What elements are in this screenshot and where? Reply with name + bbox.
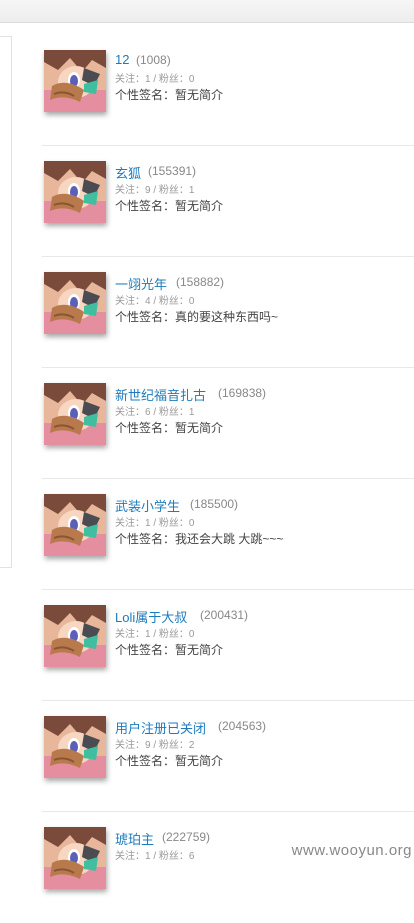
user-id: (200431) bbox=[200, 608, 249, 622]
user-list-item: 新世纪福音扎古 (169838) 关注：6 / 粉丝：1 个性签名：暂无简介 bbox=[0, 368, 414, 479]
signature: 个性签名：暂无简介 bbox=[115, 643, 224, 657]
follow-stats: 关注：1 / 粉丝：0 bbox=[115, 74, 195, 85]
user-list-item: 用户注册已关闭 (204563) 关注：9 / 粉丝：2 个性签名：暂无简介 bbox=[0, 701, 414, 812]
username-link[interactable]: Loli属于大叔 bbox=[115, 607, 187, 626]
signature: 个性签名：暂无简介 bbox=[115, 754, 224, 768]
avatar[interactable] bbox=[44, 50, 106, 112]
username-link[interactable]: 琥珀主 bbox=[115, 829, 154, 848]
username-link[interactable]: 玄狐 bbox=[115, 163, 141, 182]
follow-stats: 关注：9 / 粉丝：2 bbox=[115, 740, 195, 751]
signature: 个性签名：暂无简介 bbox=[115, 88, 224, 102]
avatar[interactable] bbox=[44, 716, 106, 778]
user-list-item: 一翊光年 (158882) 关注：4 / 粉丝：0 个性签名：真的要这种东西吗~ bbox=[0, 257, 414, 368]
watermark: www.wooyun.org bbox=[291, 842, 412, 859]
avatar[interactable] bbox=[44, 605, 106, 667]
signature: 个性签名：暂无简介 bbox=[115, 199, 224, 213]
signature: 个性签名：真的要这种东西吗~ bbox=[115, 310, 279, 324]
username-link[interactable]: 一翊光年 bbox=[115, 274, 167, 293]
username-link[interactable]: 用户注册已关闭 bbox=[115, 718, 206, 737]
user-list-item: 玄狐 (155391) 关注：9 / 粉丝：1 个性签名：暂无简介 bbox=[0, 146, 414, 257]
avatar[interactable] bbox=[44, 827, 106, 889]
signature: 个性签名：我还会大跳 大跳~~~ bbox=[115, 532, 284, 546]
username-link[interactable]: 武装小学生 bbox=[115, 496, 180, 515]
user-list-item: 琥珀主 (222759) 关注：1 / 粉丝：6 bbox=[0, 812, 414, 923]
follow-stats: 关注：1 / 粉丝：6 bbox=[115, 851, 195, 862]
signature: 个性签名：暂无简介 bbox=[115, 421, 224, 435]
user-id: (185500) bbox=[190, 497, 239, 511]
user-id: (222759) bbox=[162, 830, 211, 844]
user-id: (169838) bbox=[218, 386, 267, 400]
follow-stats: 关注：1 / 粉丝：0 bbox=[115, 629, 195, 640]
avatar[interactable] bbox=[44, 161, 106, 223]
user-id: (158882) bbox=[176, 275, 225, 289]
user-id: (1008) bbox=[136, 53, 171, 67]
follow-stats: 关注：4 / 粉丝：0 bbox=[115, 296, 195, 307]
avatar[interactable] bbox=[44, 272, 106, 334]
avatar[interactable] bbox=[44, 494, 106, 556]
user-list-item: Loli属于大叔 (200431) 关注：1 / 粉丝：0 个性签名：暂无简介 bbox=[0, 590, 414, 701]
follow-stats: 关注：1 / 粉丝：0 bbox=[115, 518, 195, 529]
user-id: (204563) bbox=[218, 719, 267, 733]
user-list-item: 12 (1008) 关注：1 / 粉丝：0 个性签名：暂无简介 bbox=[0, 35, 414, 146]
user-list-item: 武装小学生 (185500) 关注：1 / 粉丝：0 个性签名：我还会大跳 大跳~~~ bbox=[0, 479, 414, 590]
user-list: 12 (1008) 关注：1 / 粉丝：0 个性签名：暂无简介 玄狐 (155391) 关… bbox=[0, 0, 414, 889]
avatar[interactable] bbox=[44, 383, 106, 445]
user-id: (155391) bbox=[148, 164, 197, 178]
username-link[interactable]: 12 bbox=[115, 52, 129, 67]
username-link[interactable]: 新世纪福音扎古 bbox=[115, 385, 206, 404]
follow-stats: 关注：9 / 粉丝：1 bbox=[115, 185, 195, 196]
follow-stats: 关注：6 / 粉丝：1 bbox=[115, 407, 195, 418]
